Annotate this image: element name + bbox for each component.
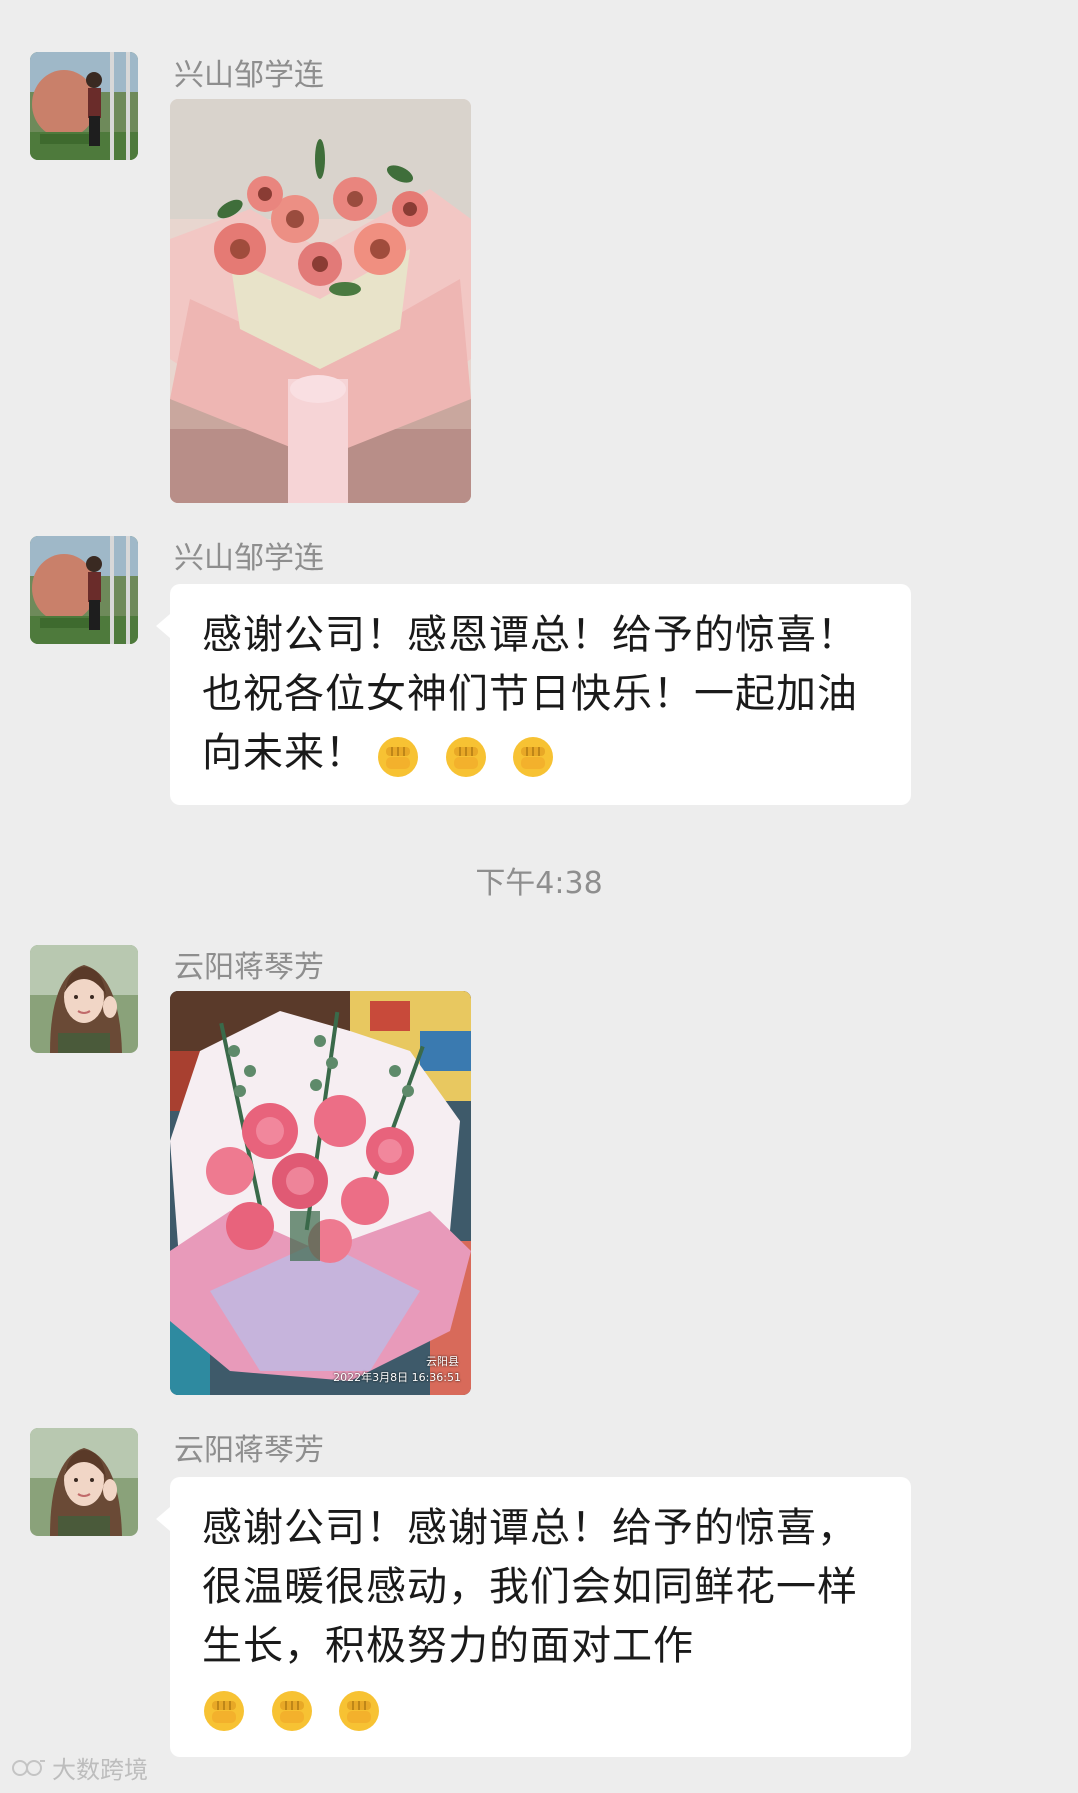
avatar-sender-2[interactable] <box>30 1428 138 1536</box>
fist-emoji-icon <box>513 736 554 777</box>
chat-timestamp: 下午4:38 <box>475 866 603 901</box>
bouquet-photo-carnation[interactable]: 云阳县 2022年3月8日 16:36:51 <box>170 991 471 1395</box>
sender-name: 云阳蒋琴芳 <box>174 1433 324 1468</box>
fist-emoji-group <box>376 726 565 785</box>
fist-emoji-group <box>202 1680 883 1739</box>
fist-emoji-icon <box>445 736 486 777</box>
avatar-sender-2[interactable] <box>30 945 138 1053</box>
watermark-text: 大数跨境 <box>52 1756 148 1784</box>
fist-emoji-icon <box>271 1691 312 1731</box>
watermark-logo-icon <box>12 1759 45 1776</box>
sender-name: 兴山邹学连 <box>174 541 324 576</box>
sender-name: 云阳蒋琴芳 <box>174 950 324 985</box>
watermark: 大数跨境 <box>12 1750 148 1785</box>
fist-emoji-icon <box>378 736 418 777</box>
bouquet-photo-gerbera[interactable] <box>170 99 471 503</box>
message-bubble[interactable]: 感谢公司！感恩谭总！给予的惊喜！也祝各位女神们节日快乐！一起加油向未来！ <box>156 584 911 805</box>
fist-emoji-icon <box>339 1691 380 1731</box>
avatar-sender-1[interactable] <box>30 52 138 160</box>
avatar-sender-1[interactable] <box>30 536 138 644</box>
message-bubble[interactable]: 感谢公司！感谢谭总！给予的惊喜，很温暖很感动，我们会如同鲜花一样生长，积极努力的… <box>156 1477 911 1757</box>
photo-stamp-location: 云阳县 <box>426 1355 459 1368</box>
sender-name: 兴山邹学连 <box>174 58 324 93</box>
fist-emoji-icon <box>204 1691 244 1731</box>
message-text: 感谢公司！感谢谭总！给予的惊喜，很温暖很感动，我们会如同鲜花一样生长，积极努力的… <box>202 1505 858 1669</box>
photo-stamp-time: 2022年3月8日 16:36:51 <box>333 1371 461 1384</box>
